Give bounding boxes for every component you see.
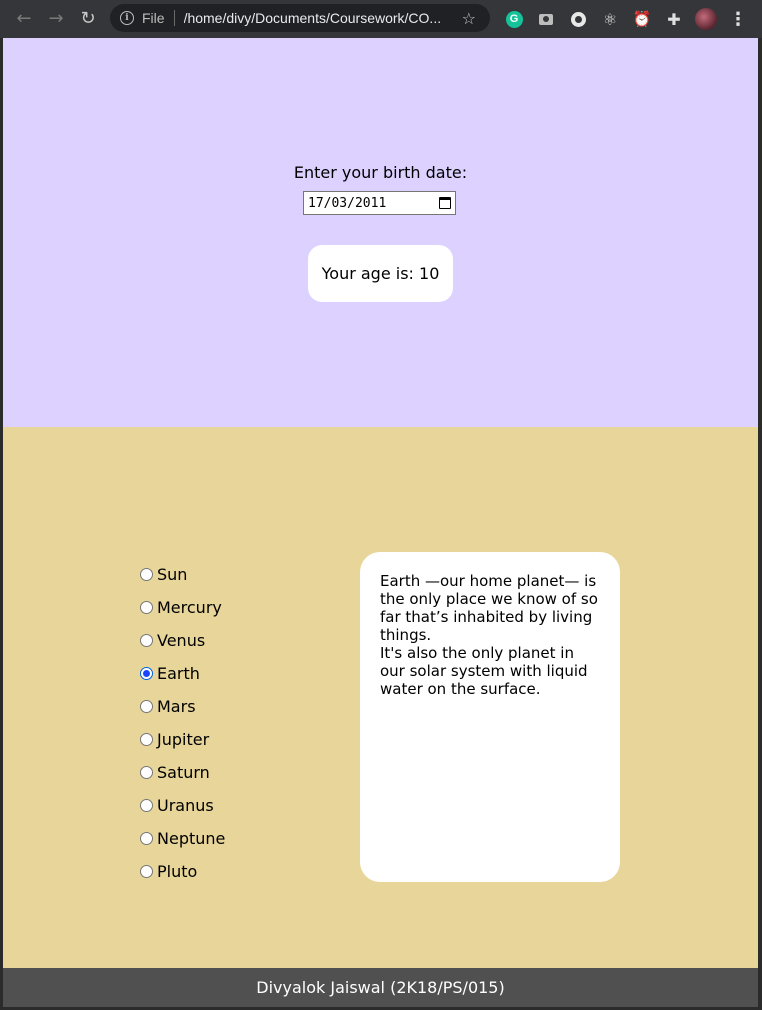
planet-label[interactable]: Pluto <box>157 862 197 881</box>
planet-label[interactable]: Uranus <box>157 796 214 815</box>
circle-icon <box>570 11 586 27</box>
alarm-icon: ⏰ <box>632 10 652 28</box>
planet-label[interactable]: Mercury <box>157 598 222 617</box>
planet-info-box: Earth —our home planet— is the only plac… <box>360 552 620 882</box>
footer: Divyalok Jaiswal (2K18/PS/015) <box>3 968 758 1007</box>
bookmark-star-icon[interactable]: ☆ <box>462 9 476 28</box>
browser-menu-button[interactable]: ⋮ <box>722 3 754 35</box>
age-result-label: Your age is: <box>321 264 420 283</box>
planet-radio[interactable] <box>140 601 153 614</box>
planet-radio[interactable] <box>140 766 153 779</box>
info-icon[interactable]: i <box>120 11 134 25</box>
planet-radio[interactable] <box>140 700 153 713</box>
footer-text: Divyalok Jaiswal (2K18/PS/015) <box>256 978 505 997</box>
planet-option-venus[interactable]: Venus <box>140 624 225 657</box>
camera-icon <box>539 13 553 25</box>
planet-info-text-1: Earth —our home planet— is the only plac… <box>380 572 598 644</box>
birth-date-value: 17/03/2011 <box>308 195 387 211</box>
extensions-area: G ⚛ ⏰ ✚ ⋮ <box>498 0 754 38</box>
back-icon[interactable]: ← <box>8 3 40 35</box>
planet-section: Sun Mercury Venus Earth Mars Jupiter Saturn Ura… <box>3 427 758 968</box>
planet-radio[interactable] <box>140 799 153 812</box>
avatar <box>695 8 717 30</box>
calendar-icon[interactable] <box>439 197 451 209</box>
birth-date-input[interactable]: 17/03/2011 <box>303 191 456 215</box>
planet-radio[interactable] <box>140 865 153 878</box>
address-bar[interactable]: i File /home/divy/Documents/Coursework/C… <box>110 4 490 32</box>
grammarly-extension[interactable]: G <box>498 3 530 35</box>
browser-toolbar: ← → ↻ i File /home/divy/Documents/Course… <box>0 0 762 38</box>
planet-radio[interactable] <box>140 667 153 680</box>
planet-label[interactable]: Saturn <box>157 763 210 782</box>
age-result-value: 10 <box>419 264 440 283</box>
planet-label[interactable]: Venus <box>157 631 205 650</box>
react-devtools-extension[interactable]: ⚛ <box>594 3 626 35</box>
planet-label[interactable]: Jupiter <box>157 730 209 749</box>
planet-option-sun[interactable]: Sun <box>140 558 225 591</box>
planet-radio[interactable] <box>140 634 153 647</box>
birth-date-label: Enter your birth date: <box>293 163 468 182</box>
url-scheme: File <box>142 10 165 26</box>
react-icon: ⚛ <box>602 9 618 29</box>
planet-label[interactable]: Sun <box>157 565 187 584</box>
planet-label[interactable]: Neptune <box>157 829 225 848</box>
screenshot-extension[interactable] <box>530 3 562 35</box>
age-result-box: Your age is: 10 <box>308 245 453 302</box>
planet-info-text-2: It's also the only planet in our solar s… <box>380 644 588 698</box>
alarm-extension[interactable]: ⏰ <box>626 3 658 35</box>
planet-radio-group: Sun Mercury Venus Earth Mars Jupiter Saturn Ura… <box>140 558 225 888</box>
planet-option-jupiter[interactable]: Jupiter <box>140 723 225 756</box>
planet-option-pluto[interactable]: Pluto <box>140 855 225 888</box>
page-viewport: Enter your birth date: 17/03/2011 Your a… <box>3 38 758 1007</box>
planet-option-saturn[interactable]: Saturn <box>140 756 225 789</box>
planet-option-mars[interactable]: Mars <box>140 690 225 723</box>
puzzle-icon: ✚ <box>667 9 681 29</box>
planet-option-earth[interactable]: Earth <box>140 657 225 690</box>
planet-option-neptune[interactable]: Neptune <box>140 822 225 855</box>
forward-icon[interactable]: → <box>40 3 72 35</box>
planet-radio[interactable] <box>140 733 153 746</box>
planet-label[interactable]: Mars <box>157 697 196 716</box>
more-vert-icon: ⋮ <box>729 8 747 30</box>
planet-option-uranus[interactable]: Uranus <box>140 789 225 822</box>
planet-option-mercury[interactable]: Mercury <box>140 591 225 624</box>
grammarly-icon: G <box>505 10 523 28</box>
url-text[interactable]: /home/divy/Documents/Coursework/CO... <box>184 10 452 26</box>
planet-radio[interactable] <box>140 832 153 845</box>
planet-label[interactable]: Earth <box>157 664 200 683</box>
profile-button[interactable] <box>690 3 722 35</box>
url-separator <box>173 10 175 26</box>
planet-radio[interactable] <box>140 568 153 581</box>
circle-extension[interactable] <box>562 3 594 35</box>
extensions-button[interactable]: ✚ <box>658 3 690 35</box>
reload-icon[interactable]: ↻ <box>72 3 104 35</box>
age-calculator-section: Enter your birth date: 17/03/2011 Your a… <box>3 38 758 427</box>
